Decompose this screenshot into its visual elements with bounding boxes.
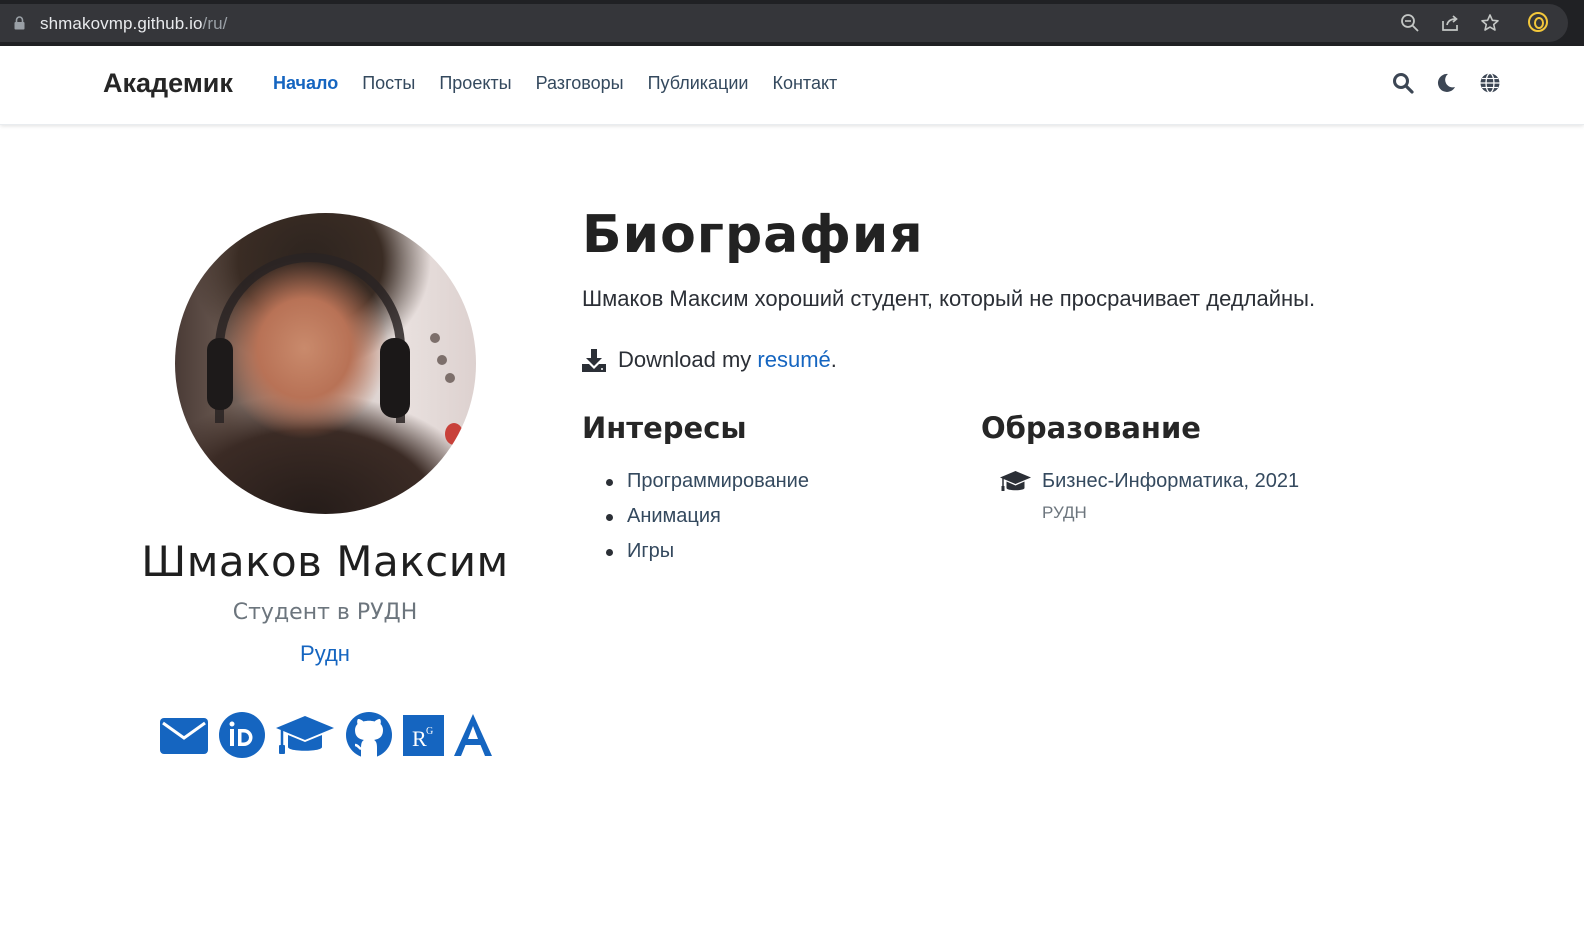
- wall-dot: [445, 373, 455, 383]
- address-bar[interactable]: shmakovmp.github.io/ru/: [0, 4, 1568, 42]
- zoom-icon[interactable]: [1400, 13, 1420, 33]
- researchgate-icon[interactable]: R G: [403, 715, 444, 756]
- site-brand[interactable]: Академик: [103, 68, 233, 99]
- svg-text:R: R: [412, 726, 427, 751]
- nav-link-projects[interactable]: Проекты: [439, 73, 511, 94]
- resume-link[interactable]: resumé: [757, 347, 830, 373]
- education-institution: РУДН: [1042, 503, 1087, 522]
- headphone-left: [207, 338, 233, 410]
- education-degree: Бизнес-Информатика, 2021: [1042, 470, 1300, 492]
- url-text[interactable]: shmakovmp.github.io/ru/: [40, 14, 228, 34]
- avatar: [175, 213, 476, 514]
- interest-item: Анимация: [606, 505, 809, 540]
- extension-icon[interactable]: [1528, 12, 1548, 32]
- biography-title: Биография: [582, 205, 924, 265]
- wall-dot: [437, 355, 447, 365]
- url-path: /ru/: [202, 14, 228, 33]
- biography-text: Шмаков Максим хороший студент, который н…: [582, 286, 1316, 311]
- site-navbar: Академик Начало Посты Проекты Разговоры …: [0, 46, 1584, 125]
- download-suffix: .: [830, 347, 837, 372]
- nav-link-talks[interactable]: Разговоры: [536, 73, 624, 94]
- wall-object: [445, 423, 463, 445]
- interests-title: Интересы: [582, 411, 747, 445]
- academia-icon[interactable]: [454, 714, 492, 756]
- interest-item: Игры: [606, 540, 809, 575]
- lock-icon: [14, 16, 25, 30]
- url-host: shmakovmp.github.io: [40, 14, 203, 33]
- download-resume: Download my resumé.: [582, 347, 837, 373]
- download-icon: [582, 349, 606, 372]
- bookmark-star-icon[interactable]: [1480, 13, 1500, 33]
- browser-chrome: shmakovmp.github.io/ru/: [0, 0, 1584, 46]
- envelope-icon[interactable]: [160, 718, 208, 754]
- profile-role: Студент в РУДН: [232, 600, 418, 625]
- nav-link-home[interactable]: Начало: [273, 73, 338, 94]
- wall-dot: [430, 333, 440, 343]
- interest-item: Программирование: [606, 470, 809, 505]
- headphone-band: [215, 253, 405, 423]
- moon-icon[interactable]: [1435, 72, 1457, 94]
- nav-link-publications[interactable]: Публикации: [648, 73, 749, 94]
- nav-link-contact[interactable]: Контакт: [772, 73, 837, 94]
- github-icon[interactable]: [345, 712, 393, 758]
- share-icon[interactable]: [1440, 13, 1460, 33]
- graduation-cap-icon: [1000, 471, 1031, 491]
- orcid-icon[interactable]: [219, 712, 265, 758]
- profile-organization-link[interactable]: Рудн: [100, 641, 550, 667]
- interests-list: Программирование Анимация Игры: [606, 470, 809, 575]
- nav-links: Начало Посты Проекты Разговоры Публикаци…: [273, 73, 861, 94]
- graduation-cap-icon[interactable]: [276, 714, 334, 758]
- nav-link-posts[interactable]: Посты: [362, 73, 415, 94]
- svg-text:G: G: [426, 726, 433, 737]
- search-icon[interactable]: [1392, 72, 1414, 94]
- profile-name: Шмаков Максим: [141, 537, 509, 586]
- headphone-right: [380, 338, 410, 418]
- education-title: Образование: [981, 411, 1201, 445]
- globe-icon[interactable]: [1479, 72, 1501, 94]
- download-prefix: Download my: [618, 347, 758, 372]
